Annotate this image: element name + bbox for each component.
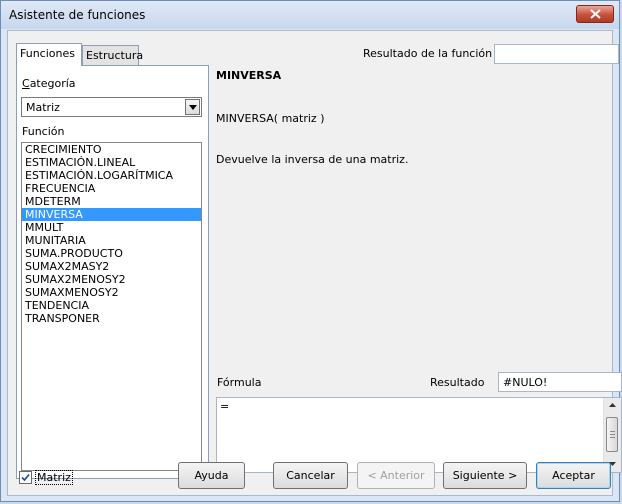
tab-structure-label: Estructura: [86, 49, 144, 62]
function-result-label-text: Resultado de la función: [363, 47, 493, 60]
function-name-heading: MINVERSA: [216, 69, 282, 82]
next-button-label: Siguiente >: [452, 469, 518, 482]
help-button-label: Ayuda: [194, 469, 229, 482]
category-label: Categoría: [22, 77, 76, 90]
close-button[interactable]: [576, 5, 614, 23]
function-result-label: Resultado de la función: [363, 47, 492, 60]
scroll-thumb[interactable]: [606, 417, 618, 452]
function-list-item[interactable]: MMULT: [22, 221, 201, 234]
array-checkbox[interactable]: [19, 471, 32, 484]
window-title: Asistente de funciones: [9, 8, 146, 22]
function-list-item[interactable]: ESTIMACIÓN.LOGARÍTMICA: [22, 169, 201, 182]
array-checkbox-label[interactable]: Matriz: [35, 470, 73, 485]
function-list-item[interactable]: SUMAX2MASY2: [22, 260, 201, 273]
function-list-item[interactable]: SUMAX2MENOSY2: [22, 273, 201, 286]
ok-button-label: Aceptar: [552, 469, 595, 482]
tab-structure[interactable]: Estructura: [82, 45, 143, 65]
function-list-item[interactable]: TENDENCIA: [22, 299, 201, 312]
next-button[interactable]: Siguiente >: [443, 462, 527, 489]
title-bar[interactable]: Asistente de funciones: [1, 1, 619, 29]
category-dropdown-button[interactable]: [185, 99, 200, 115]
scroll-up-icon: [609, 403, 616, 407]
function-list-item[interactable]: CRECIMIENTO: [22, 143, 201, 156]
result-value: #NULO!: [503, 376, 548, 389]
dialog-body: Funciones Estructura Categoría Matriz Fu…: [7, 30, 622, 496]
cancel-button[interactable]: Cancelar: [273, 462, 348, 489]
back-button-label: < Anterior: [367, 469, 425, 482]
category-select-value: Matriz: [26, 101, 60, 114]
formula-text: =: [220, 400, 230, 413]
array-checkbox-label-text: Matriz: [35, 470, 73, 485]
function-list-item[interactable]: SUMAXMENOSY2: [22, 286, 201, 299]
function-result-field[interactable]: [494, 44, 619, 64]
result-label: Resultado: [430, 376, 485, 389]
function-list-item[interactable]: MDETERM: [22, 195, 201, 208]
function-syntax: MINVERSA( matriz ): [216, 112, 325, 125]
function-description: Devuelve la inversa de una matriz.: [216, 153, 409, 166]
checkmark-icon: [21, 473, 30, 482]
help-button[interactable]: Ayuda: [178, 462, 245, 489]
ok-button[interactable]: Aceptar: [536, 462, 611, 489]
close-icon: [590, 9, 601, 19]
chevron-down-icon: [189, 105, 197, 110]
function-list-item[interactable]: ESTIMACIÓN.LINEAL: [22, 156, 201, 169]
function-wizard-dialog: Asistente de funciones Funciones Estruct…: [0, 0, 622, 502]
formula-scrollbar[interactable]: [603, 398, 621, 472]
scroll-up-button[interactable]: [604, 398, 621, 413]
function-label-text: Función: [22, 125, 65, 138]
result-value-field: #NULO!: [498, 372, 622, 392]
function-label: Función: [22, 125, 64, 138]
cancel-button-label: Cancelar: [286, 469, 335, 482]
category-select[interactable]: Matriz: [21, 97, 202, 117]
function-list-item[interactable]: SUMA.PRODUCTO: [22, 247, 201, 260]
back-button[interactable]: < Anterior: [357, 462, 435, 489]
function-list-item[interactable]: FRECUENCIA: [22, 182, 201, 195]
function-list-item[interactable]: TRANSPONER: [22, 312, 201, 325]
tab-functions[interactable]: Funciones: [16, 43, 82, 66]
function-list-item[interactable]: MUNITARIA: [22, 234, 201, 247]
function-list[interactable]: CRECIMIENTO ESTIMACIÓN.LINEAL ESTIMACIÓN.L…: [21, 142, 202, 471]
function-list-item[interactable]: MINVERSA: [22, 208, 201, 221]
tab-functions-label: Funciones: [20, 47, 75, 60]
category-label-text: ategoría: [29, 77, 76, 90]
formula-label: Fórmula: [217, 376, 262, 389]
